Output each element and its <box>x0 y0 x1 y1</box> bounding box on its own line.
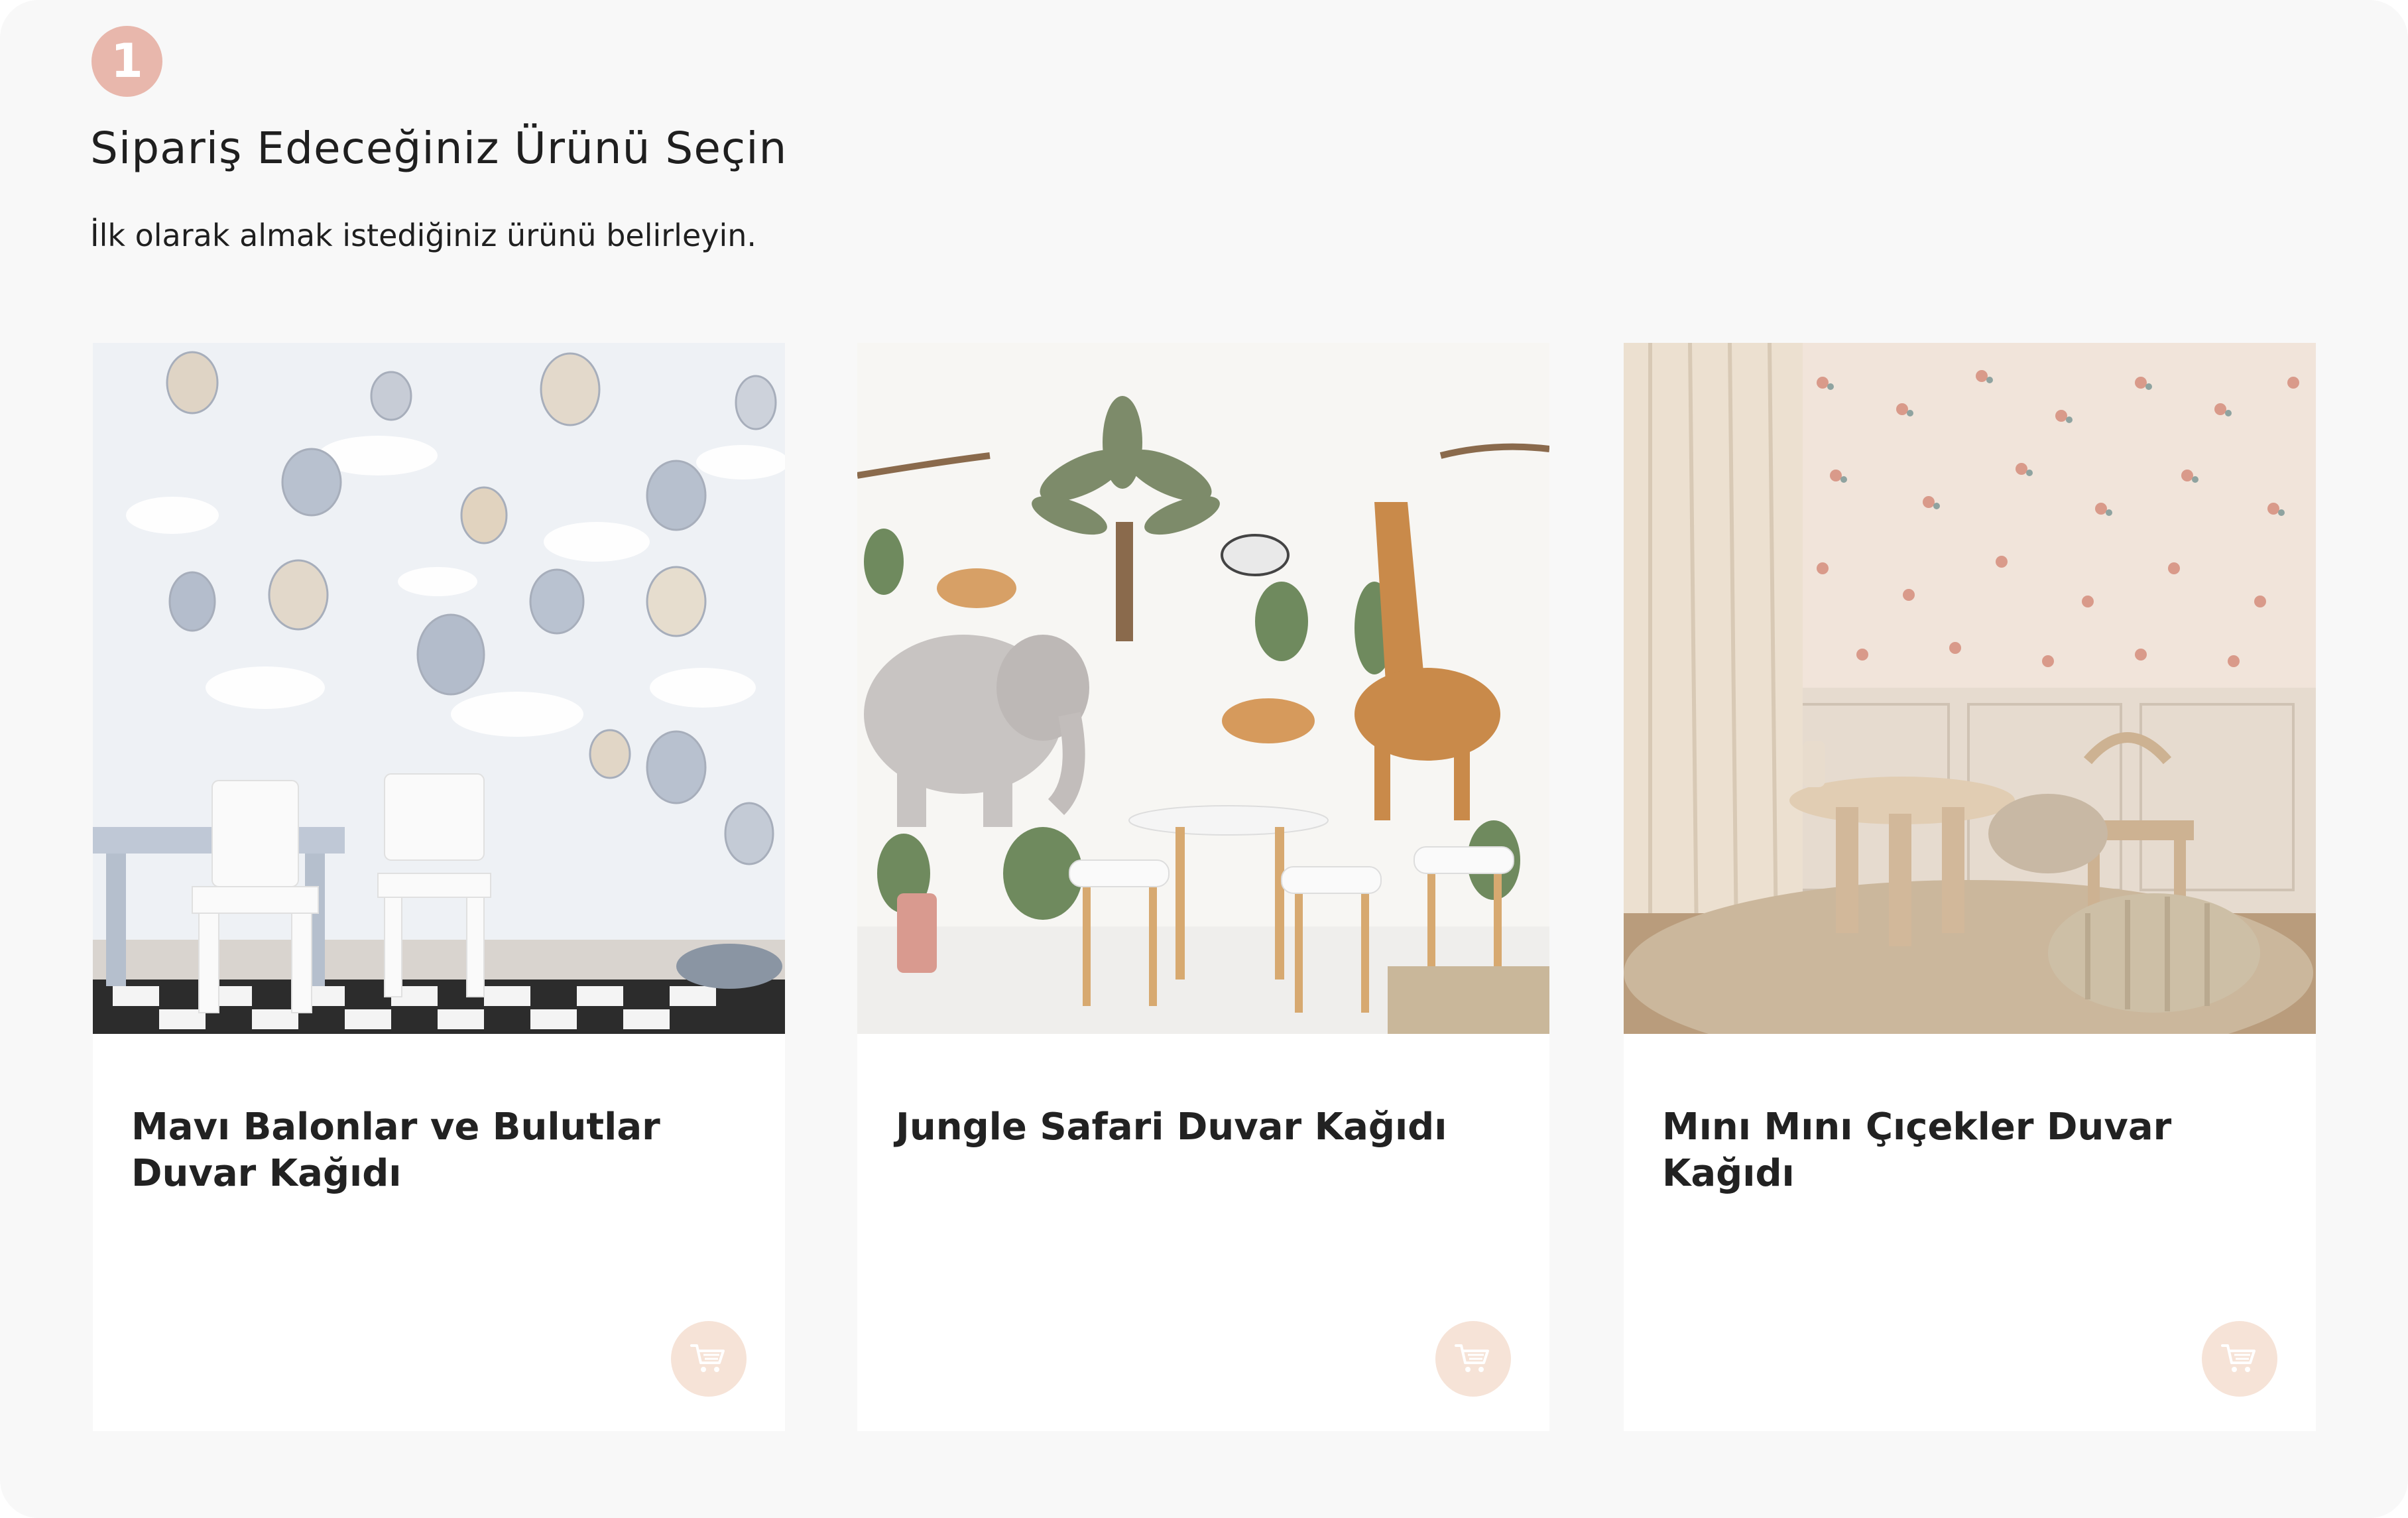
product-image[interactable] <box>1624 343 2316 1034</box>
add-to-cart-button[interactable] <box>671 1321 747 1397</box>
product-image[interactable] <box>93 343 785 1034</box>
product-title[interactable]: Mavı Balonlar ve Bulutlar Duvar Kağıdı <box>131 1104 754 1197</box>
product-title[interactable]: Jungle Safari Duvar Kağıdı <box>896 1104 1519 1151</box>
product-card[interactable]: Mavı Balonlar ve Bulutlar Duvar Kağıdı <box>93 343 785 1431</box>
product-selection-panel: 1 Sipariş Edeceğiniz Ürünü Seçin İlk ola… <box>0 0 2408 1518</box>
page-subtitle: İlk olarak almak istediğiniz ürünü belir… <box>90 218 757 253</box>
product-card[interactable]: Mını Mını Çıçekler Duvar Kağıdı <box>1624 343 2316 1431</box>
product-image[interactable] <box>857 343 1549 1034</box>
page-title: Sipariş Edeceğiniz Ürünü Seçin <box>90 123 788 174</box>
add-to-cart-button[interactable] <box>1435 1321 1511 1397</box>
shopping-cart-icon <box>690 1344 725 1372</box>
product-title[interactable]: Mını Mını Çıçekler Duvar Kağıdı <box>1662 1104 2285 1197</box>
product-card[interactable]: Jungle Safari Duvar Kağıdı <box>857 343 1549 1431</box>
shopping-cart-icon <box>1455 1344 1489 1372</box>
step-number-badge: 1 <box>91 26 162 97</box>
shopping-cart-icon <box>2221 1344 2256 1372</box>
add-to-cart-button[interactable] <box>2202 1321 2277 1397</box>
